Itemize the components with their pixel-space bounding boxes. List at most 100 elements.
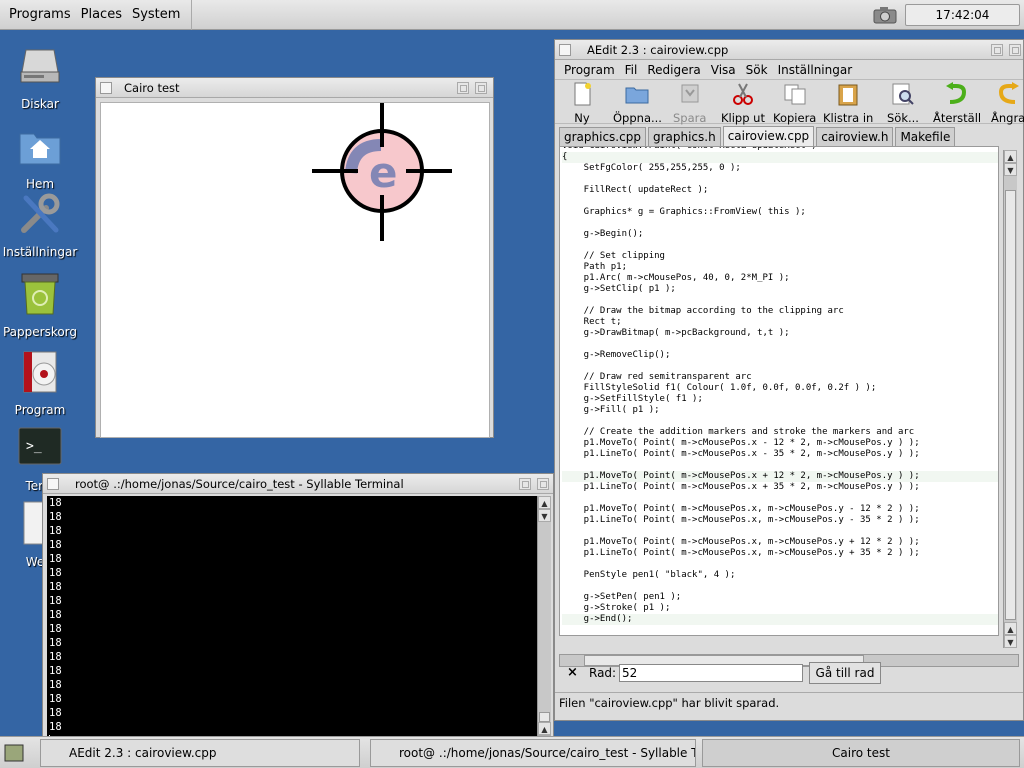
desktop-icon-diskar[interactable]: Diskar <box>0 42 80 111</box>
minimize-button[interactable] <box>457 82 469 94</box>
code-line[interactable] <box>562 218 998 229</box>
save-button[interactable]: Spara <box>673 82 706 125</box>
copy-button[interactable]: Kopiera <box>773 82 816 125</box>
code-line[interactable]: g->Begin(); <box>562 229 998 240</box>
code-line[interactable] <box>562 196 998 207</box>
editor-vertical-scrollbar[interactable]: ▲ ▼ ▲ ▼ <box>1003 150 1017 648</box>
task-aedit[interactable]: AEdit 2.3 : cairoview.cpp <box>40 739 360 767</box>
code-editor[interactable]: void CairoView::Paint( const Rect& updat… <box>559 146 999 636</box>
menu-system[interactable]: System <box>127 0 185 30</box>
code-line[interactable]: Path p1; <box>562 262 998 273</box>
tab-cairoview-h[interactable]: cairoview.h <box>816 127 894 146</box>
code-line[interactable]: FillStyleSolid f1( Colour( 1.0f, 0.0f, 0… <box>562 383 998 394</box>
code-line[interactable]: g->SetFillStyle( f1 ); <box>562 394 998 405</box>
scroll-up-arrow[interactable]: ▲ <box>1004 150 1017 163</box>
code-line[interactable]: // Set clipping <box>562 251 998 262</box>
code-line[interactable]: PenStyle pen1( "black", 4 ); <box>562 570 998 581</box>
paste-button[interactable]: Klistra in <box>823 82 873 125</box>
scroll-down-arrow[interactable]: ▼ <box>1004 163 1017 176</box>
code-line[interactable]: p1.MoveTo( Point( m->cMousePos.x, m->cMo… <box>562 537 998 548</box>
scroll-down-arrow[interactable]: ▼ <box>1004 635 1017 648</box>
code-line[interactable]: // Draw the bitmap according to the clip… <box>562 306 998 317</box>
code-line[interactable] <box>562 240 998 251</box>
minimize-button[interactable] <box>991 44 1003 56</box>
open-button[interactable]: Öppna... <box>613 82 662 125</box>
window-menu-button[interactable] <box>559 44 571 56</box>
menu-visa[interactable]: Visa <box>706 63 741 77</box>
code-line[interactable]: g->Fill( p1 ); <box>562 405 998 416</box>
code-line[interactable] <box>562 625 998 635</box>
tab-makefile[interactable]: Makefile <box>895 127 956 146</box>
scroll-thumb[interactable] <box>1005 190 1016 620</box>
code-line[interactable]: p1.Arc( m->cMousePos, 40, 0, 2*M_PI ); <box>562 273 998 284</box>
clock[interactable]: 17:42:04 <box>905 4 1020 26</box>
menu-program[interactable]: Program <box>559 63 620 77</box>
menu-redigera[interactable]: Redigera <box>642 63 705 77</box>
code-line[interactable] <box>562 581 998 592</box>
code-line[interactable] <box>562 339 998 350</box>
code-line[interactable]: p1.MoveTo( Point( m->cMousePos.x, m->cMo… <box>562 504 998 515</box>
code-line[interactable] <box>562 493 998 504</box>
find-button[interactable]: Sök... <box>887 82 919 125</box>
code-line[interactable]: // Create the addition markers and strok… <box>562 427 998 438</box>
window-titlebar[interactable]: AEdit 2.3 : cairoview.cpp <box>555 40 1023 60</box>
code-line[interactable]: // Draw red semitransparent arc <box>562 372 998 383</box>
desktop-icon-papperskorg[interactable]: Papperskorg <box>0 270 80 339</box>
undo-button[interactable]: Återställ <box>933 82 981 125</box>
window-menu-button[interactable] <box>47 478 59 490</box>
maximize-button[interactable] <box>1009 44 1021 56</box>
code-line[interactable]: p1.MoveTo( Point( m->cMousePos.x + 12 * … <box>562 471 998 482</box>
code-line[interactable]: p1.LineTo( Point( m->cMousePos.x - 35 * … <box>562 449 998 460</box>
menu-fil[interactable]: Fil <box>620 63 643 77</box>
desktop-icon-program[interactable]: Program <box>0 348 80 417</box>
tab-graphics-cpp[interactable]: graphics.cpp <box>559 127 646 146</box>
minimize-button[interactable] <box>519 478 531 490</box>
code-line[interactable]: g->DrawBitmap( m->pcBackground, t,t ); <box>562 328 998 339</box>
scroll-up-arrow[interactable]: ▲ <box>1004 622 1017 635</box>
task-cairo-test[interactable]: Cairo test <box>702 739 1020 767</box>
code-line[interactable]: g->RemoveClip(); <box>562 350 998 361</box>
code-line[interactable] <box>562 174 998 185</box>
code-line[interactable]: g->End(); <box>562 614 998 625</box>
code-line[interactable]: Graphics* g = Graphics::FromView( this )… <box>562 207 998 218</box>
menu-places[interactable]: Places <box>76 0 127 30</box>
maximize-button[interactable] <box>475 82 487 94</box>
cairo-canvas[interactable]: e <box>100 102 490 438</box>
scroll-up-arrow[interactable]: ▲ <box>538 722 551 735</box>
redo-button[interactable]: Ångra <box>991 82 1024 125</box>
window-menu-button[interactable] <box>100 82 112 94</box>
terminal-output[interactable]: 18 18 18 18 18 18 18 18 18 18 18 18 18 18 18 18 18 <box>47 496 537 748</box>
scroll-up-arrow[interactable]: ▲ <box>538 496 551 509</box>
code-line[interactable]: Rect t; <box>562 317 998 328</box>
code-line[interactable] <box>562 295 998 306</box>
code-line[interactable]: g->SetPen( pen1 ); <box>562 592 998 603</box>
cut-button[interactable]: Klipp ut <box>721 82 765 125</box>
code-line[interactable] <box>562 559 998 570</box>
goto-line-button[interactable]: Gå till rad <box>809 662 881 684</box>
desktop-icon-installningar[interactable]: Inställningar <box>0 190 80 259</box>
code-line[interactable]: g->SetClip( p1 ); <box>562 284 998 295</box>
tab-graphics-h[interactable]: graphics.h <box>647 127 721 146</box>
close-icon[interactable]: × <box>567 665 578 680</box>
window-titlebar[interactable]: root@ .:/home/jonas/Source/cairo_test - … <box>43 474 553 494</box>
code-line[interactable]: p1.MoveTo( Point( m->cMousePos.x - 12 * … <box>562 438 998 449</box>
task-terminal[interactable]: root@ .:/home/jonas/Source/cairo_test - … <box>370 739 696 767</box>
code-line[interactable]: p1.LineTo( Point( m->cMousePos.x, m->cMo… <box>562 548 998 559</box>
code-line[interactable]: FillRect( updateRect ); <box>562 185 998 196</box>
window-titlebar[interactable]: Cairo test <box>96 78 493 98</box>
code-line[interactable]: p1.LineTo( Point( m->cMousePos.x, m->cMo… <box>562 515 998 526</box>
desktop-icon-hem[interactable]: Hem <box>0 122 80 191</box>
tab-cairoview-cpp[interactable]: cairoview.cpp <box>722 126 815 146</box>
code-line[interactable]: SetFgColor( 255,255,255, 0 ); <box>562 163 998 174</box>
maximize-button[interactable] <box>537 478 549 490</box>
code-line[interactable] <box>562 526 998 537</box>
code-line[interactable] <box>562 460 998 471</box>
code-line[interactable]: p1.LineTo( Point( m->cMousePos.x + 35 * … <box>562 482 998 493</box>
code-line[interactable]: g->Stroke( p1 ); <box>562 603 998 614</box>
scroll-thumb[interactable] <box>539 712 550 722</box>
menu-installningar[interactable]: Inställningar <box>773 63 858 77</box>
terminal-scrollbar[interactable]: ▲ ▼ ▲ ▼ <box>537 496 551 748</box>
show-desktop-icon[interactable] <box>4 744 24 762</box>
camera-icon[interactable] <box>872 5 898 25</box>
menu-sok[interactable]: Sök <box>741 63 773 77</box>
